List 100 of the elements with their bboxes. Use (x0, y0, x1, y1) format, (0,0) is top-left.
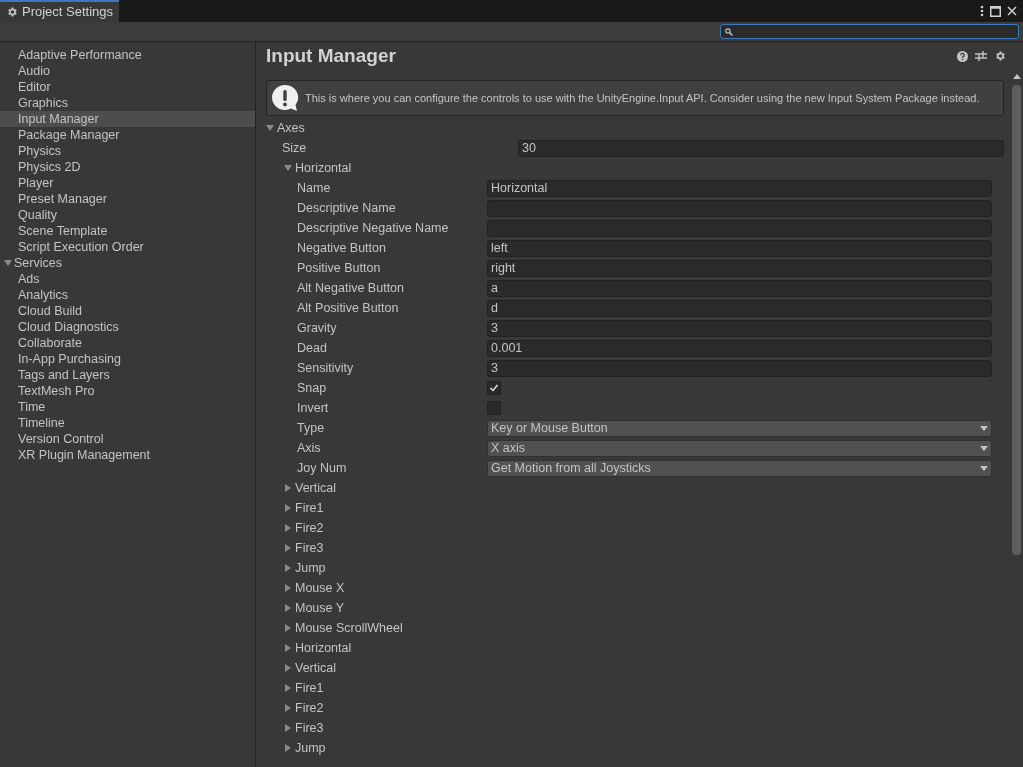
sidebar-item[interactable]: Preset Manager (0, 191, 255, 207)
sidebar-item[interactable]: Audio (0, 63, 255, 79)
axis-item[interactable]: Fire2 (295, 518, 324, 538)
field-label: Size (281, 139, 308, 157)
scroll-up-icon[interactable] (1012, 74, 1021, 79)
axis-item[interactable]: Mouse X (295, 578, 345, 598)
text-field[interactable]: Horizontal (487, 179, 992, 197)
sidebar-item[interactable]: Graphics (0, 95, 255, 111)
sidebar-item[interactable]: Physics 2D (0, 159, 255, 175)
expanded-triangle-icon[interactable] (284, 164, 292, 172)
axis-item[interactable]: Mouse ScrollWheel (295, 618, 403, 638)
text-field[interactable]: right (487, 259, 992, 277)
collapsed-triangle-icon[interactable] (284, 724, 292, 732)
axis-item[interactable]: Vertical (295, 658, 336, 678)
sidebar-item[interactable]: Cloud Build (0, 303, 255, 319)
axis-item[interactable]: Horizontal (295, 158, 352, 178)
field-label: Gravity (296, 319, 338, 337)
collapsed-triangle-icon[interactable] (284, 624, 292, 632)
sidebar-item[interactable]: Version Control (0, 431, 255, 447)
text-field[interactable]: d (487, 299, 992, 317)
collapsed-triangle-icon[interactable] (284, 644, 292, 652)
field-label: Joy Num (296, 459, 348, 477)
field-label: Descriptive Negative Name (296, 219, 450, 237)
search-icon (725, 27, 733, 36)
axis-item[interactable]: Fire1 (295, 498, 324, 518)
axis-item[interactable]: Horizontal (295, 638, 352, 658)
settings-icon[interactable] (994, 50, 1006, 62)
maximize-icon[interactable] (990, 5, 1001, 17)
field-label: Sensitivity (296, 359, 355, 377)
collapsed-triangle-icon[interactable] (284, 664, 292, 672)
caret-icon (980, 465, 988, 471)
text-field[interactable]: left (487, 239, 992, 257)
sidebar-item[interactable]: Services (0, 255, 255, 271)
sidebar-item[interactable]: Script Execution Order (0, 239, 255, 255)
field-label: Axis (296, 439, 322, 457)
sidebar-item[interactable]: Input Manager (0, 111, 255, 127)
collapsed-triangle-icon[interactable] (284, 544, 292, 552)
sidebar-item[interactable]: Collaborate (0, 335, 255, 351)
sliders-icon[interactable] (975, 50, 987, 62)
field-label: Alt Positive Button (296, 299, 400, 317)
collapsed-triangle-icon[interactable] (284, 504, 292, 512)
axis-item[interactable]: Fire2 (295, 698, 324, 718)
axes-header[interactable]: Axes (277, 118, 305, 138)
sidebar-item[interactable]: Adaptive Performance (0, 47, 255, 63)
search-field[interactable] (720, 24, 1019, 39)
sidebar-item[interactable]: In-App Purchasing (0, 351, 255, 367)
help-icon[interactable] (957, 50, 968, 62)
sidebar-item[interactable]: Scene Template (0, 223, 255, 239)
dropdown[interactable]: X axis (487, 439, 992, 457)
caret-icon (980, 445, 988, 451)
sidebar-item[interactable]: Timeline (0, 415, 255, 431)
sidebar-item[interactable]: Package Manager (0, 127, 255, 143)
expanded-triangle-icon[interactable] (4, 259, 12, 267)
help-text: This is where you can configure the controls to use with the UnityEngine.Input API. Consider using the new Input System Package instead. (305, 90, 980, 106)
collapsed-triangle-icon[interactable] (284, 704, 292, 712)
sidebar-item[interactable]: Time (0, 399, 255, 415)
sidebar-item[interactable]: Quality (0, 207, 255, 223)
axis-item[interactable]: Mouse Y (295, 598, 345, 618)
axis-item[interactable]: Jump (295, 738, 326, 758)
sidebar-item[interactable]: Analytics (0, 287, 255, 303)
sidebar-item[interactable]: Tags and Layers (0, 367, 255, 383)
warning-bubble-icon (271, 84, 299, 112)
sidebar-item[interactable]: Ads (0, 271, 255, 287)
field-label: Negative Button (296, 239, 387, 257)
page-title: Input Manager (266, 43, 396, 68)
sidebar-item[interactable]: XR Plugin Management (0, 447, 255, 463)
dropdown[interactable]: Key or Mouse Button (487, 419, 992, 437)
collapsed-triangle-icon[interactable] (284, 524, 292, 532)
axis-item[interactable]: Fire3 (295, 718, 324, 738)
axis-item[interactable]: Jump (295, 558, 326, 578)
expanded-triangle-icon[interactable] (266, 124, 274, 132)
collapsed-triangle-icon[interactable] (284, 484, 292, 492)
caret-icon (980, 425, 988, 431)
field-label: Invert (296, 399, 330, 417)
dropdown[interactable]: Get Motion from all Joysticks (487, 459, 992, 477)
axis-item[interactable]: Fire1 (295, 678, 324, 698)
text-field[interactable]: a (487, 279, 992, 297)
collapsed-triangle-icon[interactable] (284, 684, 292, 692)
field-label: Snap (296, 379, 328, 397)
checkbox[interactable] (487, 381, 501, 395)
text-field[interactable]: 3 (487, 319, 992, 337)
sidebar-item[interactable]: Cloud Diagnostics (0, 319, 255, 335)
window-tab[interactable]: Project Settings (0, 0, 120, 22)
axis-item[interactable]: Vertical (295, 478, 336, 498)
collapsed-triangle-icon[interactable] (284, 564, 292, 572)
text-field[interactable]: 3 (487, 359, 992, 377)
sidebar-item[interactable]: Physics (0, 143, 255, 159)
more-options-icon[interactable] (980, 5, 984, 17)
field-label: Alt Negative Button (296, 279, 405, 297)
sidebar-item[interactable]: Player (0, 175, 255, 191)
text-field[interactable]: 0.001 (487, 339, 992, 357)
axis-item[interactable]: Fire3 (295, 538, 324, 558)
close-icon[interactable] (1007, 6, 1017, 16)
size-field[interactable]: 30 (518, 139, 1004, 157)
sidebar-item[interactable]: Editor (0, 79, 255, 95)
field-label: Descriptive Name (296, 199, 397, 217)
sidebar-item[interactable]: TextMesh Pro (0, 383, 255, 399)
collapsed-triangle-icon[interactable] (284, 604, 292, 612)
collapsed-triangle-icon[interactable] (284, 744, 292, 752)
collapsed-triangle-icon[interactable] (284, 584, 292, 592)
